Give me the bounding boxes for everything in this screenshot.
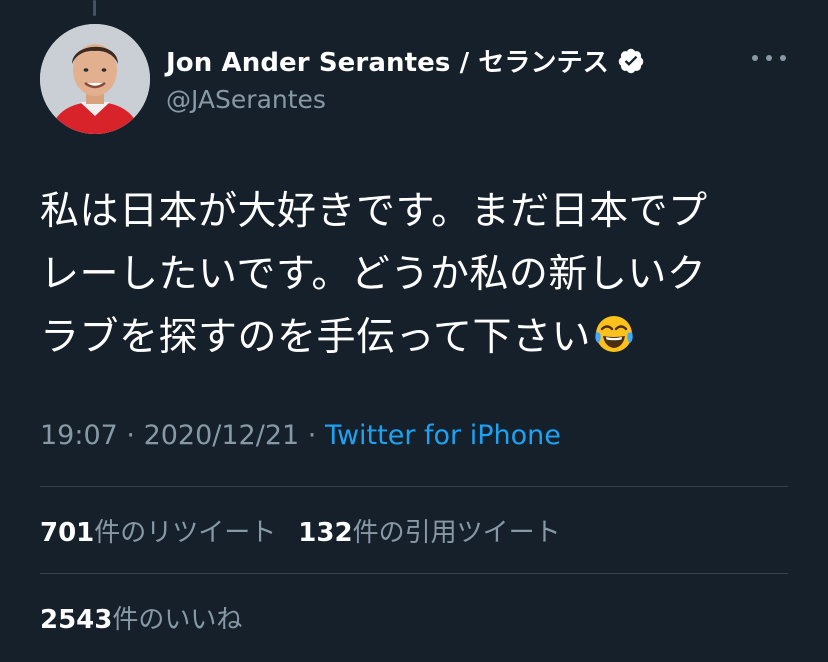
- likes-count: 2543: [40, 605, 113, 635]
- tweet-metadata: 19:07 · 2020/12/21 · Twitter for iPhone: [40, 420, 561, 451]
- tweet-time[interactable]: 19:07: [40, 420, 118, 451]
- likes-label: 件のいいね: [112, 605, 243, 635]
- tweet-text-line: 私は日本が大好きです。まだ日本でプ: [40, 189, 708, 234]
- avatar-image: [40, 24, 150, 134]
- tweet-detail-screen: Jon Ander Serantes / セランテス @JASerantes 私…: [0, 0, 828, 662]
- face-with-tears-of-joy-icon: [593, 311, 635, 353]
- thread-connector-line: [93, 0, 96, 16]
- divider: [40, 573, 788, 574]
- user-handle[interactable]: @JASerantes: [166, 85, 326, 114]
- tweet-text-segment: ラブを探すのを手伝って下さい: [40, 315, 592, 360]
- dot: [766, 55, 772, 61]
- quotes-label: 件の引用ツイート: [352, 518, 561, 548]
- tweet-text: 私は日本が大好きです。まだ日本でプ レーしたいです。どうか私の新しいク ラブを探…: [40, 180, 788, 369]
- divider: [40, 486, 788, 487]
- quotes-count: 132: [298, 518, 353, 548]
- retweets-stat[interactable]: 701件のリツイート: [40, 512, 276, 549]
- tweet-source-link[interactable]: Twitter for iPhone: [325, 420, 561, 451]
- tweet-date[interactable]: 2020/12/21: [144, 420, 300, 451]
- dot: [752, 55, 758, 61]
- tweet-text-line-last: ラブを探すのを手伝って下さい: [40, 306, 788, 369]
- retweets-label: 件のリツイート: [94, 518, 277, 548]
- avatar[interactable]: [40, 24, 150, 134]
- likes-stat[interactable]: 2543件のいいね: [40, 599, 242, 636]
- retweets-count: 701: [40, 518, 95, 548]
- quote-tweets-stat[interactable]: 132件の引用ツイート: [298, 512, 560, 549]
- tweet-text-line: レーしたいです。どうか私の新しいク: [40, 252, 707, 297]
- retweet-stats-row: 701件のリツイート 132件の引用ツイート: [40, 512, 561, 549]
- meta-separator: ·: [299, 420, 325, 451]
- verified-badge-icon: [617, 47, 645, 75]
- more-options-icon[interactable]: [752, 48, 786, 68]
- display-name[interactable]: Jon Ander Serantes / セランテス: [166, 42, 609, 79]
- meta-separator: ·: [117, 420, 144, 451]
- user-name-row[interactable]: Jon Ander Serantes / セランテス: [166, 42, 645, 79]
- likes-stats-row: 2543件のいいね: [40, 599, 242, 636]
- dot: [780, 55, 786, 61]
